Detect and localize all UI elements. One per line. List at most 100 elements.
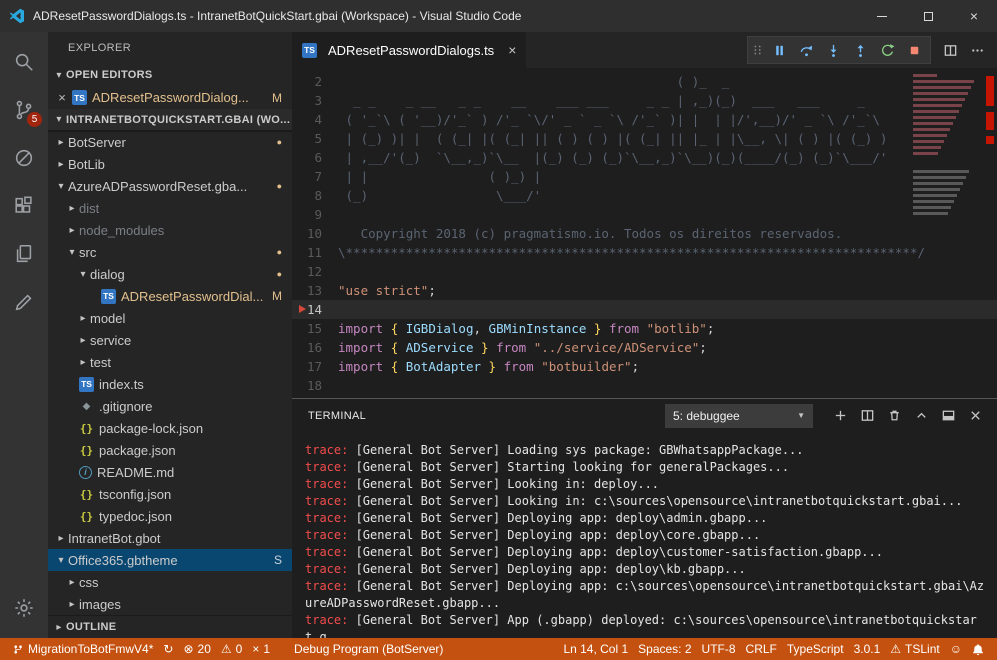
code-line[interactable]: 12 <box>292 262 997 281</box>
code-line[interactable]: 9 <box>292 205 997 224</box>
tree-folder-item[interactable]: ▸BotServer● <box>48 131 292 153</box>
tree-folder-item[interactable]: ▸IntranetBot.gbot <box>48 527 292 549</box>
tree-folder-item[interactable]: ▸images <box>48 593 292 615</box>
step-over-icon[interactable] <box>793 37 820 63</box>
grip-icon[interactable] <box>750 37 766 63</box>
kill-terminal-icon[interactable] <box>881 403 908 429</box>
cursor-position[interactable]: Ln 14, Col 1 <box>558 638 633 660</box>
tree-folder-item[interactable]: ▾dialog● <box>48 263 292 285</box>
edit-icon[interactable] <box>0 278 48 326</box>
debug-launch-indicator[interactable]: Debug Program (BotServer) <box>289 638 448 660</box>
tree-file-item[interactable]: TSADResetPasswordDial...M <box>48 285 292 307</box>
split-terminal-icon[interactable] <box>854 403 881 429</box>
tree-folder-item[interactable]: ▾Office365.gbthemeS <box>48 549 292 571</box>
feedback-smiley[interactable]: ☺ <box>945 638 967 660</box>
maximize-button[interactable] <box>905 0 951 32</box>
pause-icon[interactable] <box>766 37 793 63</box>
encoding[interactable]: UTF-8 <box>697 638 741 660</box>
tasks-indicator[interactable]: ×1 <box>247 638 275 660</box>
tree-file-item[interactable]: iREADME.md <box>48 461 292 483</box>
toggle-panel-icon[interactable] <box>935 403 962 429</box>
tree-folder-item[interactable]: ▸test <box>48 351 292 373</box>
line-content: | (_) )| | ( (_| |( (_| || ( ) ( ) |( (_… <box>338 129 887 148</box>
code-line[interactable]: 8 (_) \___/' <box>292 186 997 205</box>
tree-file-item[interactable]: {}typedoc.json <box>48 505 292 527</box>
branch-icon <box>13 643 24 656</box>
close-editor-icon[interactable]: × <box>54 90 70 105</box>
close-tab-icon[interactable]: × <box>508 42 516 58</box>
step-into-icon[interactable] <box>820 37 847 63</box>
tree-folder-item[interactable]: ▸node_modules <box>48 219 292 241</box>
close-button[interactable]: × <box>951 0 997 32</box>
chevron-right-icon: ▸ <box>76 313 90 324</box>
step-out-icon[interactable] <box>847 37 874 63</box>
tree-folder-item[interactable]: ▸dist <box>48 197 292 219</box>
terminal-output[interactable]: trace: [General Bot Server] Loading sys … <box>292 432 997 638</box>
tree-item-label: BotLib <box>68 157 105 172</box>
tree-file-item[interactable]: {}package.json <box>48 439 292 461</box>
tree-folder-item[interactable]: ▸css <box>48 571 292 593</box>
tree-folder-item[interactable]: ▸service <box>48 329 292 351</box>
extensions-icon[interactable] <box>0 182 48 230</box>
debug-icon[interactable] <box>0 134 48 182</box>
code-line[interactable]: 4 ( '_`\ ( '__)/'_` ) /'_ `\/' _ ` _ `\ … <box>292 110 997 129</box>
close-panel-icon[interactable] <box>962 403 989 429</box>
code-line[interactable]: 11\*************************************… <box>292 243 997 262</box>
code-line[interactable]: 13"use strict"; <box>292 281 997 300</box>
eol[interactable]: CRLF <box>741 638 782 660</box>
terminal-line: trace: [General Bot Server] Deploying ap… <box>305 561 989 578</box>
tree-item-label: ADResetPasswordDial... <box>121 289 263 304</box>
open-editors-header[interactable]: ▾ OPEN EDITORS <box>48 64 292 87</box>
tree-folder-item[interactable]: ▾AzureADPasswordReset.gba...● <box>48 175 292 197</box>
code-line[interactable]: 14 <box>292 300 997 319</box>
stop-icon[interactable] <box>901 37 928 63</box>
tree-file-item[interactable]: ◆.gitignore <box>48 395 292 417</box>
code-line[interactable]: 5 | (_) )| | ( (_| |( (_| || ( ) ( ) |( … <box>292 129 997 148</box>
tree-file-item[interactable]: {}tsconfig.json <box>48 483 292 505</box>
code-line[interactable]: 18 <box>292 376 997 395</box>
code-line[interactable]: 15import { IGBDialog, GBMinInstance } fr… <box>292 319 997 338</box>
minimap[interactable] <box>909 70 979 270</box>
settings-icon[interactable] <box>0 584 48 632</box>
typescript-version[interactable]: 3.0.1 <box>849 638 886 660</box>
editor-tab[interactable]: TS ADResetPasswordDialogs.ts × <box>292 32 527 68</box>
more-actions-icon[interactable] <box>964 37 991 63</box>
code-line[interactable]: 17import { BotAdapter } from "botbuilder… <box>292 357 997 376</box>
restart-icon[interactable] <box>874 37 901 63</box>
add-terminal-icon[interactable] <box>827 403 854 429</box>
language-mode[interactable]: TypeScript <box>782 638 849 660</box>
tree-file-item[interactable]: {}package-lock.json <box>48 417 292 439</box>
git-branch-indicator[interactable]: MigrationToBotFmwV4* <box>8 638 158 660</box>
minimize-button[interactable] <box>859 0 905 32</box>
notifications-bell[interactable] <box>967 638 989 660</box>
tree-folder-item[interactable]: ▸BotLib <box>48 153 292 175</box>
code-line[interactable]: 10 Copyright 2018 (c) pragmatismo.io. To… <box>292 224 997 243</box>
code-line[interactable]: 16import { ADService } from "../service/… <box>292 338 997 357</box>
code-line[interactable]: 3 _ _ _ __ _ _ __ ___ ___ _ _ | ,_)(_) _… <box>292 91 997 110</box>
log-text: [General Bot Server] Deploying app: depl… <box>348 511 767 525</box>
outline-header[interactable]: ▸ OUTLINE <box>48 615 292 638</box>
maximize-panel-icon[interactable] <box>908 403 935 429</box>
tslint-status[interactable]: ⚠TSLint <box>885 638 944 660</box>
code-line[interactable]: 7 | | ( )_) | <box>292 167 997 186</box>
workspace-header[interactable]: ▾ INTRANETBOTQUICKSTART.GBAI (WO... <box>48 109 292 132</box>
code-line[interactable]: 6 | ,__/'(_) `\__,_)`\__ |(_) (_) (_)`\_… <box>292 148 997 167</box>
sync-indicator[interactable]: ↻ <box>158 638 178 660</box>
tree-file-item[interactable]: TSindex.ts <box>48 373 292 395</box>
indentation[interactable]: Spaces: 2 <box>633 638 696 660</box>
code-editor[interactable]: 2 ( )_ _3 _ _ _ __ _ _ __ ___ ___ _ _ | … <box>292 68 997 398</box>
warnings-indicator[interactable]: ⚠0 <box>216 638 247 660</box>
errors-indicator[interactable]: ⊗20 <box>178 638 215 660</box>
source-control-icon[interactable]: 5 <box>0 86 48 134</box>
terminal-tab[interactable]: TERMINAL <box>308 410 366 422</box>
search-icon[interactable] <box>0 38 48 86</box>
open-editor-item[interactable]: ×TSADResetPasswordDialog...M <box>48 87 292 109</box>
tree-folder-item[interactable]: ▾src● <box>48 241 292 263</box>
split-editor-icon[interactable] <box>937 37 964 63</box>
tree-folder-item[interactable]: ▸model <box>48 307 292 329</box>
status-label: Debug Program (BotServer) <box>294 642 443 656</box>
documents-icon[interactable] <box>0 230 48 278</box>
tab-label: ADResetPasswordDialogs.ts <box>328 43 494 58</box>
code-line[interactable]: 2 ( )_ _ <box>292 72 997 91</box>
terminal-select[interactable]: 5: debuggee ▼ <box>665 404 813 428</box>
